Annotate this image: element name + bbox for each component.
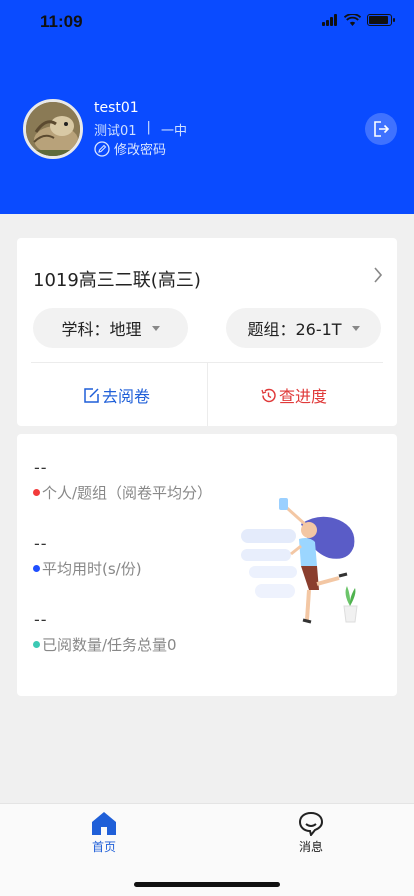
logout-icon <box>374 121 390 137</box>
user-name: test01 <box>94 100 139 116</box>
progress-button[interactable]: 查进度 <box>260 383 327 407</box>
review-button-label: 去阅卷 <box>102 387 151 406</box>
stat-label-reviewed-count: 已阅数量/任务总量0 <box>33 634 177 655</box>
teal-dot-icon <box>33 641 40 648</box>
divider <box>207 363 208 426</box>
profile-header: 11:09 test01 测试01 | 一中 修改密码 <box>0 0 414 214</box>
wifi-icon <box>344 14 361 26</box>
stat-label-avg-score: 个人/题组（阅卷平均分） <box>33 482 212 503</box>
stats-card: -- 个人/题组（阅卷平均分） -- 平均用时(s/份) -- 已阅数量/任务总… <box>17 434 397 696</box>
status-bar: 11:09 <box>0 0 414 44</box>
change-password-label: 修改密码 <box>114 143 167 158</box>
subject-select-label: 学科：地理 <box>61 320 142 339</box>
red-dot-icon <box>33 489 40 496</box>
stat-value-avg-time: -- <box>34 534 48 553</box>
stat-value-avg-score: -- <box>34 458 48 477</box>
stat-label-text: 平均用时(s/份) <box>42 560 142 578</box>
status-time: 11:09 <box>40 12 83 31</box>
stat-value-reviewed-count: -- <box>34 610 48 629</box>
stat-label-avg-time: 平均用时(s/份) <box>33 558 142 579</box>
blue-dot-icon <box>33 565 40 572</box>
chevron-right-icon[interactable] <box>373 266 383 284</box>
group-select[interactable]: 题组：26-1T <box>226 308 381 348</box>
user-school: 一中 <box>160 124 187 139</box>
caret-down-icon <box>351 325 360 331</box>
tab-messages-label: 消息 <box>298 840 323 854</box>
history-clock-icon <box>261 388 276 402</box>
progress-button-label: 查进度 <box>279 387 328 406</box>
signal-icon <box>322 14 338 26</box>
woman-selfie-illustration <box>241 498 358 624</box>
exam-card: 1019高三二联(高三) 学科：地理 题组：26-1T 去阅卷 查进度 <box>17 238 397 426</box>
home-indicator <box>134 882 280 887</box>
tab-home[interactable]: 首页 <box>74 810 134 855</box>
user-separator: | <box>146 120 151 135</box>
user-info: 测试01 | 一中 <box>94 120 187 139</box>
subject-select[interactable]: 学科：地理 <box>33 308 188 348</box>
tab-messages[interactable]: 消息 <box>281 810 341 855</box>
caret-down-icon <box>151 325 160 331</box>
stat-label-text: 个人/题组（阅卷平均分） <box>42 484 213 502</box>
change-password-link[interactable]: 修改密码 <box>94 139 166 158</box>
edit-square-icon <box>84 387 99 403</box>
exam-title[interactable]: 1019高三二联(高三) <box>33 266 201 292</box>
review-button[interactable]: 去阅卷 <box>83 383 150 407</box>
edit-icon <box>94 140 110 157</box>
home-icon <box>92 812 116 835</box>
battery-icon <box>367 14 395 26</box>
user-display-name: 测试01 <box>94 124 137 139</box>
status-icons <box>322 14 395 26</box>
stat-label-text: 已阅数量/任务总量0 <box>42 636 177 654</box>
message-icon <box>298 811 324 836</box>
group-select-label: 题组：26-1T <box>247 320 342 339</box>
logout-button[interactable] <box>365 113 397 145</box>
tab-home-label: 首页 <box>91 840 116 854</box>
avatar[interactable] <box>23 99 83 159</box>
